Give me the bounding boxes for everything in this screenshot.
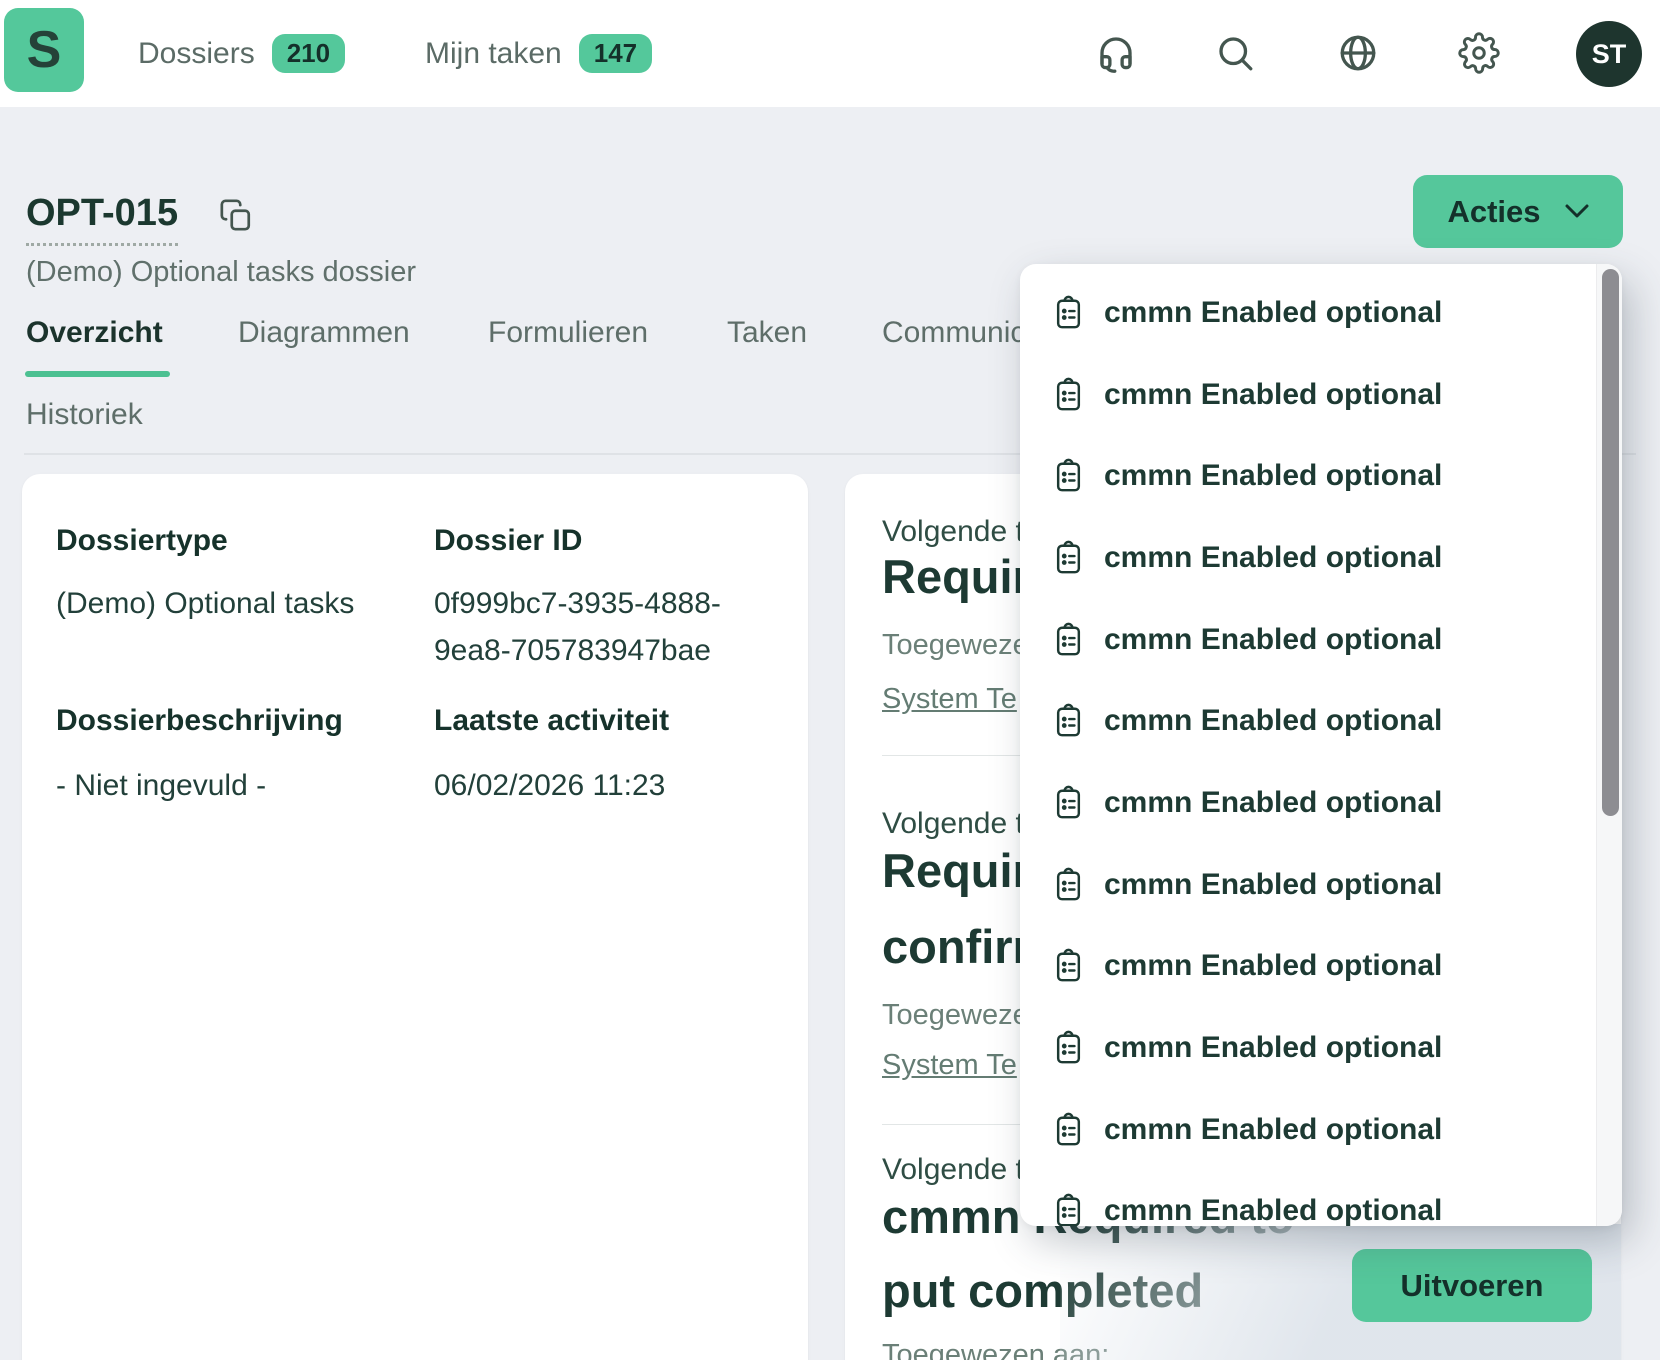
dropdown-menu-item-label: cmmn Enabled optional <box>1104 623 1442 657</box>
clipboard-list-icon <box>1053 377 1084 413</box>
headset-icon[interactable] <box>1092 29 1140 77</box>
dropdown-menu-item[interactable]: cmmn Enabled optional <box>1020 1171 1596 1226</box>
dropdown-menu-item-label: cmmn Enabled optional <box>1104 1031 1442 1065</box>
clipboard-list-icon <box>1053 622 1084 658</box>
clipboard-list-icon <box>1053 1193 1084 1226</box>
tab-overzicht[interactable]: Overzicht <box>26 316 163 350</box>
dropdown-menu-item[interactable]: cmmn Enabled optional <box>1020 762 1596 844</box>
actions-button-label: Acties <box>1447 194 1540 230</box>
dropdown-menu-item-label: cmmn Enabled optional <box>1104 541 1442 575</box>
dropdown-menu-item[interactable]: cmmn Enabled optional <box>1020 844 1596 926</box>
clipboard-list-icon <box>1053 785 1084 821</box>
assigned-label: Toegeweze <box>882 629 1029 662</box>
clipboard-list-icon <box>1053 948 1084 984</box>
dropdown-menu-item[interactable]: cmmn Enabled optional <box>1020 1007 1596 1089</box>
nav-item-dossiers-label: Dossiers <box>138 37 255 71</box>
page: S Dossiers 210 Mijn taken 147 <box>0 0 1660 1360</box>
execute-button[interactable]: Uitvoeren <box>1352 1249 1592 1322</box>
dropdown-menu-item-label: cmmn Enabled optional <box>1104 949 1442 983</box>
dropdown-menu-item[interactable]: cmmn Enabled optional <box>1020 599 1596 681</box>
clipboard-list-icon <box>1053 703 1084 739</box>
actions-button[interactable]: Acties <box>1413 175 1623 248</box>
page-subtitle: (Demo) Optional tasks dossier <box>26 256 416 289</box>
top-navbar: S Dossiers 210 Mijn taken 147 <box>0 0 1660 107</box>
mijn-taken-count-badge: 147 <box>579 34 652 73</box>
avatar-initials: ST <box>1592 39 1627 70</box>
page-title: OPT-015 <box>26 192 178 246</box>
dropdown-scrollbar-thumb[interactable] <box>1602 269 1619 816</box>
dossiers-count-badge: 210 <box>272 34 345 73</box>
clipboard-list-icon <box>1053 1030 1084 1066</box>
tab-diagrammen[interactable]: Diagrammen <box>238 316 410 350</box>
copy-icon[interactable] <box>219 198 255 234</box>
clipboard-list-icon <box>1053 1112 1084 1148</box>
gear-icon[interactable] <box>1455 29 1503 77</box>
chevron-down-icon <box>1565 204 1589 219</box>
brand-logo[interactable]: S <box>4 8 84 92</box>
clipboard-list-icon <box>1053 867 1084 903</box>
dropdown-menu-item[interactable]: cmmn Enabled optional <box>1020 926 1596 1008</box>
dropdown-menu-item[interactable]: cmmn Enabled optional <box>1020 272 1596 354</box>
dropdown-menu-item[interactable]: cmmn Enabled optional <box>1020 680 1596 762</box>
nav-item-mijn-taken-label: Mijn taken <box>425 37 562 71</box>
nav-item-dossiers[interactable]: Dossiers 210 <box>138 0 345 107</box>
tab-historiek[interactable]: Historiek <box>26 398 143 432</box>
field-value: 06/02/2026 11:23 <box>434 762 782 809</box>
field-label: Dossiertype <box>56 524 228 558</box>
dropdown-menu-item[interactable]: cmmn Enabled optional <box>1020 517 1596 599</box>
dropdown-menu-item[interactable]: cmmn Enabled optional <box>1020 435 1596 517</box>
dropdown-menu-item-label: cmmn Enabled optional <box>1104 1194 1442 1226</box>
clipboard-list-icon <box>1053 295 1084 331</box>
clipboard-list-icon <box>1053 458 1084 494</box>
dropdown-menu-item[interactable]: cmmn Enabled optional <box>1020 354 1596 436</box>
dossier-info-card: Dossiertype (Demo) Optional tasks Dossie… <box>22 474 808 1360</box>
tab-formulieren[interactable]: Formulieren <box>488 316 648 350</box>
dropdown-menu-item[interactable]: cmmn Enabled optional <box>1020 1089 1596 1171</box>
search-icon[interactable] <box>1211 29 1259 77</box>
dropdown-menu-item-label: cmmn Enabled optional <box>1104 378 1442 412</box>
dropdown-menu-item-label: cmmn Enabled optional <box>1104 459 1442 493</box>
active-tab-underline <box>25 371 170 377</box>
field-value: (Demo) Optional tasks <box>56 580 404 627</box>
brand-logo-letter: S <box>27 20 62 80</box>
tab-taken[interactable]: Taken <box>727 316 807 350</box>
avatar[interactable]: ST <box>1576 21 1642 87</box>
dropdown-menu-item-label: cmmn Enabled optional <box>1104 868 1442 902</box>
field-value: - Niet ingevuld - <box>56 762 404 809</box>
globe-icon[interactable] <box>1334 29 1382 77</box>
field-label: Dossier ID <box>434 524 582 558</box>
execute-button-label: Uitvoeren <box>1401 1268 1544 1304</box>
dropdown-menu-item-label: cmmn Enabled optional <box>1104 1113 1442 1147</box>
clipboard-list-icon <box>1053 540 1084 576</box>
dropdown-menu-item-label: cmmn Enabled optional <box>1104 704 1442 738</box>
dropdown-menu-item-label: cmmn Enabled optional <box>1104 296 1442 330</box>
actions-dropdown-list: cmmn Enabled optional cmmn Enabled optio… <box>1020 264 1596 1226</box>
field-label: Dossierbeschrijving <box>56 704 343 738</box>
assignee-link[interactable]: System Te <box>882 683 1017 716</box>
assigned-label: Toegeweze <box>882 999 1029 1032</box>
field-label: Laatste activiteit <box>434 704 669 738</box>
nav-item-mijn-taken[interactable]: Mijn taken 147 <box>425 0 652 107</box>
assignee-link[interactable]: System Te <box>882 1049 1017 1082</box>
field-value: 0f999bc7-3935-4888-9ea8-705783947bae <box>434 580 782 674</box>
actions-dropdown: cmmn Enabled optional cmmn Enabled optio… <box>1020 264 1622 1226</box>
dropdown-menu-item-label: cmmn Enabled optional <box>1104 786 1442 820</box>
